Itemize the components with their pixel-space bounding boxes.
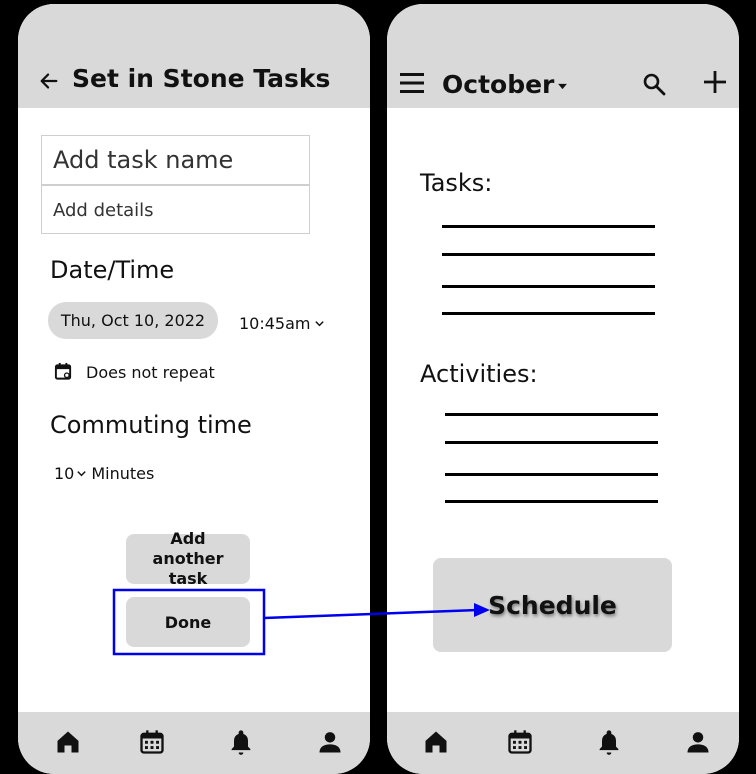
flow-annotation xyxy=(112,588,490,656)
flow-arrowhead xyxy=(474,603,490,617)
flow-arrow-line xyxy=(263,608,479,620)
done-highlight-box xyxy=(112,588,266,656)
